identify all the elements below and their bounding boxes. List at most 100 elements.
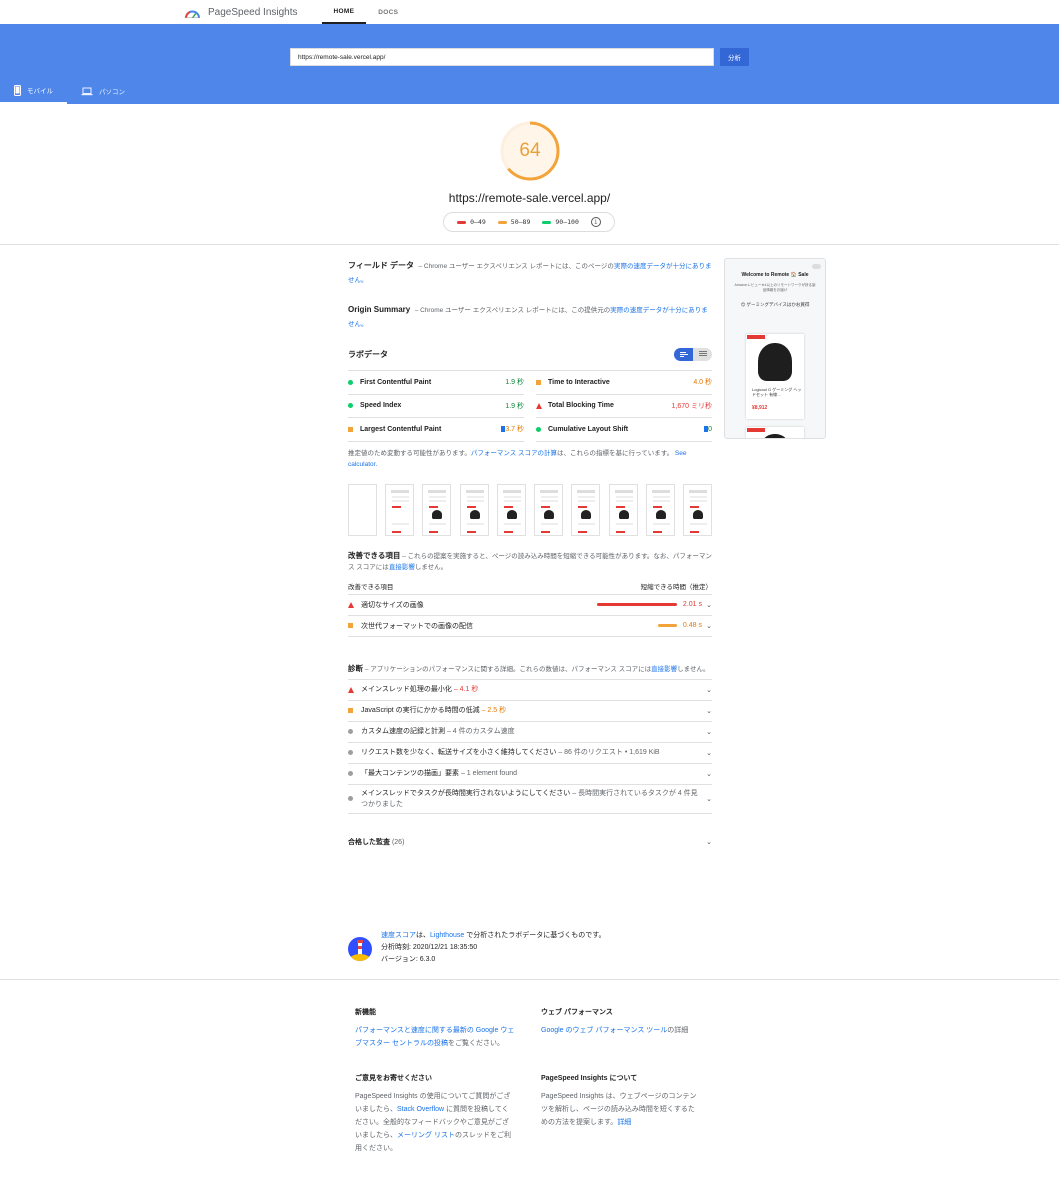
savings-value: 0.48 s — [682, 622, 702, 629]
expanded-view-icon[interactable] — [693, 347, 712, 361]
tab-docs[interactable]: DOCS — [366, 0, 410, 24]
perf-score-calc-link[interactable]: パフォーマンス スコアの計算 — [471, 450, 557, 457]
filmstrip-frame — [608, 483, 638, 536]
footer-new-title: 新機能 — [355, 1009, 376, 1016]
savings-bar — [596, 603, 677, 606]
lighthouse-desc-1: は、 — [416, 932, 430, 939]
filmstrip-frame — [496, 483, 526, 536]
stackoverflow-link[interactable]: Stack Overflow — [397, 1106, 444, 1113]
chevron-down-icon[interactable]: ⌄ — [702, 707, 712, 715]
headset-image — [432, 509, 443, 519]
chevron-down-icon[interactable]: ⌄ — [702, 770, 712, 778]
preview-product-price: ¥8,912 — [752, 405, 768, 411]
passed-audits-count: (26) — [391, 839, 405, 846]
field-data-desc: – Chrome ユーザー エクスペリエンス レポートには、このページの — [418, 263, 614, 270]
footer-about-link[interactable]: 詳細 — [617, 1119, 631, 1126]
metric-row: Largest Contentful Paint 3.7 秒 — [348, 418, 524, 442]
lighthouse-desc-2: で分析されたラボデータに基づくものです。 — [464, 932, 606, 939]
opportunity-col-label: 改善できる項目 — [348, 584, 394, 591]
headset-image — [763, 434, 787, 438]
speed-score-link[interactable]: 速度スコア — [381, 932, 416, 939]
metric-label: Speed Index — [360, 402, 402, 410]
pass-dot-icon — [536, 426, 541, 432]
chevron-down-icon[interactable]: ⌄ — [702, 622, 712, 630]
average-square-icon — [536, 379, 541, 385]
chevron-down-icon[interactable]: ⌄ — [702, 728, 712, 736]
origin-summary-desc: – Chrome ユーザー エクスペリエンス レポートには、この提供元の — [414, 307, 611, 314]
chevron-down-icon[interactable]: ⌄ — [702, 601, 712, 609]
top-bar: PageSpeed Insights HOME DOCS — [0, 0, 1059, 24]
diagnostic-label: JavaScript の実行にかかる時間の低減 — [361, 707, 480, 714]
metric-value: 3.7 秒 — [505, 426, 524, 434]
preview-title: Welcome to Remote 🏠 Sale — [741, 272, 809, 278]
metric-value: 1,670 ミリ秒 — [671, 402, 712, 410]
legend-good-label: 90–100 — [555, 218, 579, 226]
lighthouse-version: バージョン: 6.3.0 — [381, 956, 436, 963]
filmstrip — [348, 483, 712, 536]
diagnostic-detail: – 4 件のカスタム速度 — [446, 728, 515, 735]
app-title: PageSpeed Insights — [208, 6, 298, 18]
lab-note-post: は、これらの指標を基に行っています。 — [557, 449, 674, 457]
headset-image — [506, 509, 517, 519]
diagnostic-detail: – 1 element found — [460, 770, 517, 777]
headset-image — [544, 509, 555, 519]
diagnostic-row[interactable]: メインスレッドでタスクが長時間実行されないようにしてください – 長時間実行され… — [348, 785, 712, 814]
filmstrip-frame — [385, 483, 415, 536]
opportunities-desc-post: しません。 — [414, 563, 448, 571]
diagnostic-row[interactable]: カスタム速度の記録と計測 – 4 件のカスタム速度 ⌄ — [348, 722, 712, 743]
info-dot-icon — [348, 796, 353, 801]
opportunity-row[interactable]: 次世代フォーマットでの画像の配信 0.48 s ⌄ — [348, 616, 712, 637]
url-input[interactable]: https://remote-sale.vercel.app/ — [290, 48, 714, 66]
analyze-button[interactable]: 分析 — [720, 48, 749, 66]
chevron-down-icon[interactable]: ⌄ — [702, 686, 712, 694]
lighthouse-link[interactable]: Lighthouse — [430, 932, 464, 939]
lab-header: ラボデータ — [348, 346, 712, 362]
diagnostic-row[interactable]: リクエスト数を少なく、転送サイズを小さく維持してください – 86 件のリクエス… — [348, 743, 712, 764]
opportunities-intro: 改善できる項目 – これらの提案を実施すると、ページの読み込み時間を短縮できる可… — [348, 550, 712, 573]
legend-poor-label: 0–49 — [470, 218, 486, 226]
average-square-icon — [348, 426, 353, 432]
diagnostic-row[interactable]: メインスレッド処理の最小化 – 4.1 秒 ⌄ — [348, 680, 712, 701]
diagnostic-detail: – 4.1 秒 — [453, 686, 479, 693]
passed-audits[interactable]: 合格した監査 (26) ⌄ — [348, 832, 712, 853]
metric-row: First Contentful Paint 1.9 秒 — [348, 371, 524, 395]
chevron-down-icon[interactable]: ⌄ — [702, 749, 712, 757]
opportunity-row[interactable]: 適切なサイズの画像 2.01 s ⌄ — [348, 595, 712, 616]
diagnostic-row[interactable]: JavaScript の実行にかかる時間の低減 – 2.5 秒 ⌄ — [348, 701, 712, 722]
footer-web-perf-link[interactable]: Google のウェブ パフォーマンス ツール — [541, 1027, 667, 1034]
page-screenshot: Welcome to Remote 🏠 Sale Amazonレビュー★4以上の… — [724, 258, 826, 439]
filmstrip-frame — [645, 483, 675, 536]
metric-value: 1.9 秒 — [505, 402, 524, 410]
mailing-list-link[interactable]: メーリング リスト — [397, 1132, 455, 1139]
metric-view-toggle[interactable] — [674, 347, 712, 361]
opportunities-direct-link[interactable]: 直接影響 — [389, 564, 415, 571]
sale-tag-icon — [747, 335, 765, 339]
tab-desktop[interactable]: パソコン — [67, 78, 139, 104]
diagnostic-row[interactable]: 「最大コンテンツの描画」要素 – 1 element found ⌄ — [348, 764, 712, 785]
tab-home[interactable]: HOME — [321, 0, 367, 24]
origin-summary: Origin Summary – Chrome ユーザー エクスペリエンス レポ… — [348, 302, 712, 330]
info-icon[interactable]: i — [590, 217, 601, 227]
metric-row: Time to Interactive 4.0 秒 — [536, 371, 712, 395]
diagnostics-desc-post: しません。 — [677, 665, 710, 673]
field-data: フィールド データ – Chrome ユーザー エクスペリエンス レポートには、… — [348, 258, 712, 286]
diagnostics-direct-link[interactable]: 直接影響 — [651, 666, 677, 673]
footer: 新機能 パフォーマンスと速度に関する最新の Google ウェブマスター セント… — [0, 979, 1059, 1200]
chevron-down-icon[interactable]: ⌄ — [702, 795, 712, 803]
tab-mobile[interactable]: モバイル — [0, 78, 67, 104]
logo[interactable]: PageSpeed Insights — [185, 6, 298, 18]
opportunity-label: 適切なサイズの画像 — [361, 601, 424, 609]
headset-image — [618, 509, 629, 519]
headset-image — [655, 509, 666, 519]
sale-tag-icon — [747, 428, 765, 432]
diagnostic-detail: – 2.5 秒 — [481, 707, 507, 714]
filmstrip-frame — [348, 483, 377, 536]
metric-value: 1.9 秒 — [505, 379, 524, 387]
preview-toggle-icon — [812, 264, 821, 269]
average-square-icon — [348, 623, 353, 628]
legend-good: 90–100 — [542, 218, 579, 226]
filmstrip-frame — [682, 483, 712, 536]
url-hero: https://remote-sale.vercel.app/ 分析 モバイル … — [0, 24, 1059, 104]
chevron-down-icon[interactable]: ⌄ — [702, 838, 712, 846]
compact-view-icon[interactable] — [674, 347, 693, 361]
